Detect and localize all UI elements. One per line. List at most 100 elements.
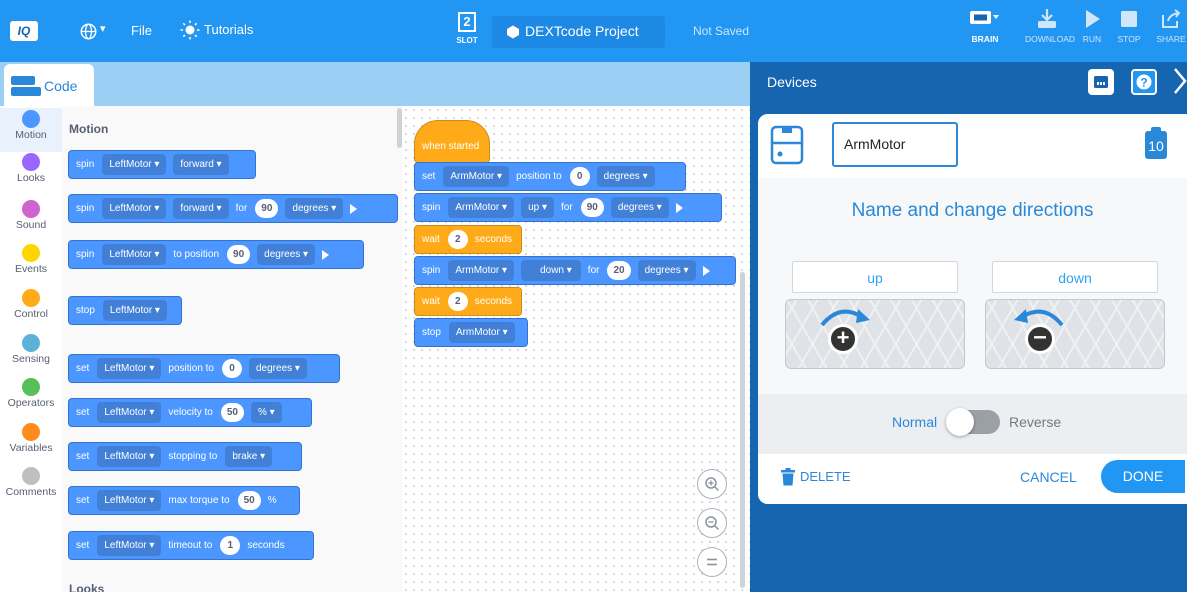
palette-set-torque-block[interactable]: set LeftMotor ▾ max torque to 50 %: [68, 486, 300, 515]
palette-spin-for-block[interactable]: spin LeftMotor ▾ forward ▾ for 90 degree…: [68, 194, 398, 223]
stop-button[interactable]: STOP: [1107, 8, 1151, 44]
tab-code[interactable]: Code: [4, 64, 94, 106]
palette-stop-block[interactable]: stop LeftMotor ▾: [68, 296, 182, 325]
collapse-panel-button[interactable]: [1172, 66, 1187, 96]
zoom-out-button[interactable]: [697, 508, 727, 538]
value-input[interactable]: 2: [447, 292, 468, 311]
motor-dropdown[interactable]: LeftMotor ▾: [102, 198, 167, 219]
block-verb: stop: [422, 327, 441, 338]
value-input[interactable]: 90: [255, 199, 279, 218]
unit-dropdown[interactable]: degrees ▾: [637, 260, 696, 281]
motor-dropdown[interactable]: ArmMotor ▾: [448, 322, 515, 343]
motor-name: ArmMotor: [455, 327, 500, 338]
tutorials-button[interactable]: Tutorials: [180, 20, 270, 42]
run-label: RUN: [1082, 34, 1102, 44]
category-variables[interactable]: Variables: [0, 423, 62, 454]
direction-dropdown[interactable]: forward ▾: [173, 198, 229, 219]
category-label: Sound: [15, 219, 47, 231]
motor-dropdown[interactable]: ArmMotor ▾: [443, 166, 510, 187]
value-input[interactable]: 90: [580, 198, 604, 217]
cancel-button[interactable]: CANCEL: [1020, 469, 1077, 485]
category-control[interactable]: Control: [0, 289, 62, 320]
direction-dropdown[interactable]: up ▾: [521, 197, 555, 218]
ws-stop-block[interactable]: stop ArmMotor ▾: [414, 318, 528, 347]
category-menu: Motion Looks Sound Events Control Sensin…: [0, 106, 62, 592]
value-input[interactable]: 20: [607, 261, 631, 280]
unit-dropdown[interactable]: degrees ▾: [249, 358, 307, 379]
value-input[interactable]: 90: [227, 245, 251, 264]
file-menu[interactable]: File: [131, 23, 152, 38]
category-events[interactable]: Events: [0, 244, 62, 275]
motor-dropdown[interactable]: LeftMotor ▾: [102, 154, 167, 175]
forward-direction-input[interactable]: up: [792, 261, 958, 293]
unit-dropdown[interactable]: degrees ▾: [285, 198, 344, 219]
port-badge[interactable]: 10: [1145, 131, 1167, 159]
value-input[interactable]: 50: [237, 491, 261, 510]
palette-set-position-block[interactable]: set LeftMotor ▾ position to 0 degrees ▾: [68, 354, 340, 383]
help-button[interactable]: ?: [1131, 69, 1157, 95]
unit-dropdown[interactable]: degrees ▾: [596, 166, 655, 187]
reverse-direction-input[interactable]: down: [992, 261, 1158, 293]
palette-spin-to-position-block[interactable]: spin LeftMotor ▾ to position 90 degrees …: [68, 240, 364, 269]
zoom-reset-button[interactable]: [697, 547, 727, 577]
workspace-scrollbar[interactable]: [740, 272, 745, 588]
motor-dropdown[interactable]: LeftMotor ▾: [97, 535, 162, 556]
value-input[interactable]: 1: [220, 536, 241, 555]
motor-dropdown[interactable]: LeftMotor ▾: [97, 358, 162, 379]
palette-heading: Motion: [69, 122, 109, 136]
code-blocks-icon: [11, 76, 41, 96]
category-comments[interactable]: Comments: [0, 467, 62, 498]
motor-dropdown[interactable]: ArmMotor ▾: [448, 260, 515, 281]
project-name-field[interactable]: DEXTcode Project: [492, 16, 665, 48]
ws-wait-block[interactable]: wait 2 seconds: [414, 225, 522, 254]
direction-dropdown[interactable]: down ▾: [521, 260, 581, 281]
ws-spin-up-block[interactable]: spin ArmMotor ▾ up ▾ for 90 degrees ▾: [414, 193, 722, 222]
motor-dropdown[interactable]: LeftMotor ▾: [102, 244, 167, 265]
palette-set-timeout-block[interactable]: set LeftMotor ▾ timeout to 1 seconds: [68, 531, 314, 560]
done-button[interactable]: DONE: [1101, 460, 1185, 493]
device-name-input[interactable]: ArmMotor: [832, 122, 958, 167]
unit-dropdown[interactable]: degrees ▾: [610, 197, 669, 218]
value-input[interactable]: 0: [222, 359, 242, 378]
slot-selector[interactable]: 2 SLOT: [450, 12, 484, 54]
share-button[interactable]: SHARE: [1149, 8, 1187, 44]
category-motion[interactable]: Motion: [0, 108, 62, 152]
delete-device-button[interactable]: DELETE: [780, 466, 860, 490]
port-badge-notch: [1151, 127, 1161, 132]
value-input[interactable]: 0: [569, 167, 590, 186]
motor-dropdown[interactable]: ArmMotor ▾: [448, 197, 515, 218]
unit-dropdown[interactable]: % ▾: [251, 402, 282, 423]
reverse-toggle[interactable]: [946, 408, 1000, 436]
brain-button[interactable]: BRAIN: [963, 8, 1007, 44]
devices-title: Devices: [767, 74, 817, 90]
device-config-card: ArmMotor 10 Name and change directions u…: [758, 114, 1187, 504]
motor-name: LeftMotor: [104, 495, 147, 506]
motor-dropdown[interactable]: LeftMotor ▾: [97, 446, 162, 467]
when-started-block[interactable]: when started: [414, 120, 490, 163]
value-input[interactable]: 2: [447, 230, 468, 249]
category-operators[interactable]: Operators: [0, 378, 62, 409]
unit-dropdown[interactable]: degrees ▾: [257, 244, 316, 265]
value-input[interactable]: 50: [220, 403, 244, 422]
ws-wait-block[interactable]: wait 2 seconds: [414, 287, 522, 316]
category-sound[interactable]: Sound: [0, 200, 62, 231]
language-menu[interactable]: ▾: [80, 22, 114, 42]
motor-dropdown[interactable]: LeftMotor ▾: [97, 490, 162, 511]
download-button[interactable]: DOWNLOAD: [1025, 8, 1075, 44]
category-sensing[interactable]: Sensing: [0, 334, 62, 365]
motor-name: ArmMotor: [450, 171, 495, 182]
ws-spin-down-block[interactable]: spin ArmMotor ▾ down ▾ for 20 degrees ▾: [414, 256, 736, 285]
stopping-dropdown[interactable]: brake ▾: [225, 446, 273, 467]
motor-dropdown[interactable]: LeftMotor ▾: [102, 300, 167, 321]
zoom-in-button[interactable]: [697, 469, 727, 499]
direction-dropdown[interactable]: forward ▾: [173, 154, 229, 175]
palette-spin-block[interactable]: spin LeftMotor ▾ forward ▾: [68, 150, 256, 179]
device-info-button[interactable]: [1088, 69, 1114, 95]
toggle-knob: [946, 408, 974, 436]
palette-set-stopping-block[interactable]: set LeftMotor ▾ stopping to brake ▾: [68, 442, 302, 471]
palette-set-velocity-block[interactable]: set LeftMotor ▾ velocity to 50 % ▾: [68, 398, 312, 427]
motor-dropdown[interactable]: LeftMotor ▾: [97, 402, 162, 423]
category-looks[interactable]: Looks: [0, 153, 62, 184]
ws-set-position-block[interactable]: set ArmMotor ▾ position to 0 degrees ▾: [414, 162, 686, 191]
block-verb: wait: [422, 234, 440, 245]
